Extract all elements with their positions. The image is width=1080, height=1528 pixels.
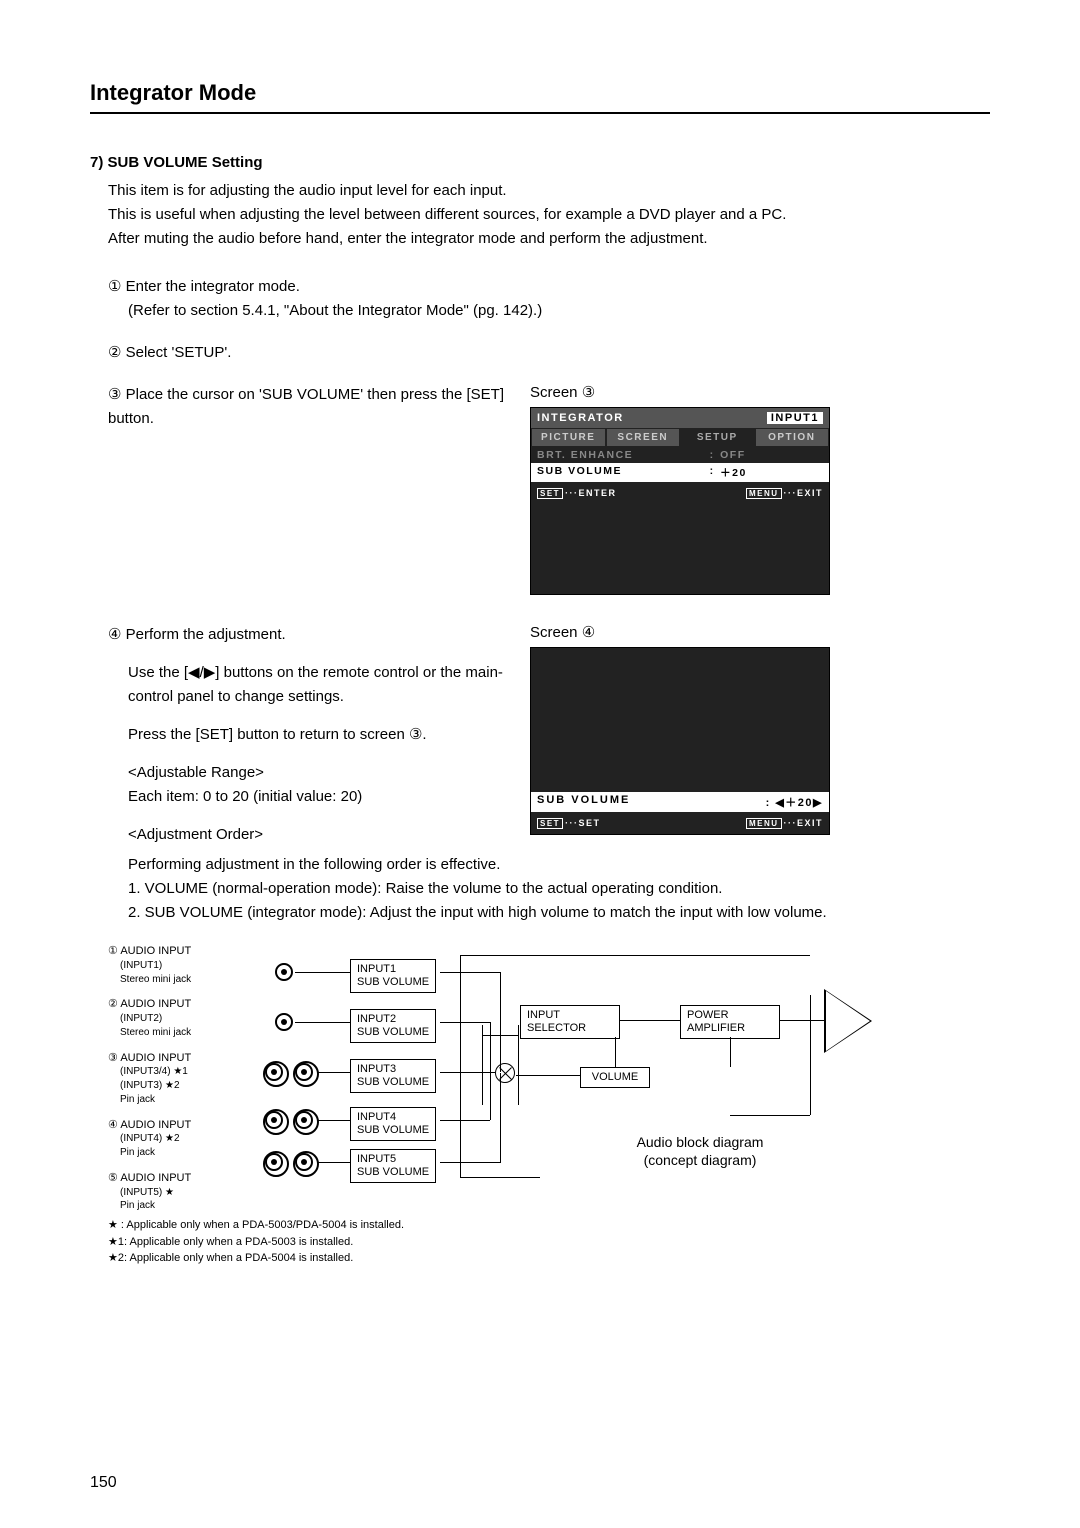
jack-5a-icon [265, 1153, 283, 1171]
osd3-tab-setup: SETUP [680, 428, 755, 447]
footnote-star2: ★2: Applicable only when a PDA-5004 is i… [108, 1250, 990, 1267]
osd3-foot-menu-txt: ···EXIT [784, 488, 824, 498]
osd3-tabs: PICTURE SCREEN SETUP OPTION [531, 428, 829, 447]
step-3: ③ Place the cursor on 'SUB VOLUME' then … [108, 383, 510, 431]
audio-input-1: ① AUDIO INPUT (INPUT1) Stereo mini jack [108, 945, 268, 986]
audio-input-5: ⑤ AUDIO INPUT (INPUT5) ★ Pin jack [108, 1172, 268, 1213]
osd-screen-4: SUB VOLUME : ◀＋20▶ SET···SET MENU···EXIT [530, 647, 830, 835]
adjustable-range-value: Each item: 0 to 20 (initial value: 20) [128, 785, 510, 809]
page-number: 150 [90, 1474, 117, 1492]
osd3-row1-value: OFF [720, 449, 823, 461]
osd3-row2-value: ＋20 [720, 465, 823, 480]
jack-4b-icon [295, 1111, 313, 1129]
volume-box: VOLUME [580, 1067, 650, 1088]
osd3-foot-set-key: SET [537, 488, 563, 499]
osd3-row2-label: SUB VOLUME [537, 465, 704, 480]
adjustable-range-head: <Adjustable Range> [128, 761, 510, 785]
adj-order-line-2: 1. VOLUME (normal-operation mode): Raise… [128, 877, 990, 901]
osd3-tab-picture: PICTURE [531, 428, 606, 447]
page-title: Integrator Mode [90, 80, 990, 114]
diagram-caption: Audio block diagram (concept diagram) [590, 1133, 810, 1169]
sv-box-1: INPUT1 SUB VOLUME [350, 959, 436, 993]
audio-block-diagram: ① AUDIO INPUT (INPUT1) Stereo mini jack … [90, 945, 990, 1205]
step-2: ② Select 'SETUP'. [108, 341, 990, 365]
audio-input-3: ③ AUDIO INPUT (INPUT3/4) ★1 (INPUT3) ★2 … [108, 1052, 268, 1107]
osd3-foot-menu-key: MENU [746, 488, 782, 499]
osd3-foot-set-txt: ···ENTER [565, 488, 617, 498]
adj-order-line-3: 2. SUB VOLUME (integrator mode): Adjust … [128, 901, 990, 925]
sv-box-5: INPUT5 SUB VOLUME [350, 1149, 436, 1183]
osd3-tab-option: OPTION [755, 428, 830, 447]
intro-line-1: This item is for adjusting the audio inp… [108, 179, 990, 203]
step-1-note: (Refer to section 5.4.1, "About the Inte… [128, 299, 990, 323]
sv-box-3: INPUT3 SUB VOLUME [350, 1059, 436, 1093]
step-1: ① Enter the integrator mode. [108, 275, 990, 299]
jack-3b-icon [295, 1063, 313, 1081]
osd3-row1-label: BRT. ENHANCE [537, 449, 704, 461]
adjustment-order-head: <Adjustment Order> [128, 823, 510, 847]
osd4-foot-set-txt: ···SET [565, 818, 601, 828]
osd-screen-3: INTEGRATOR INPUT1 PICTURE SCREEN SETUP O… [530, 407, 830, 595]
jack-4a-icon [265, 1111, 283, 1129]
osd4-foot-menu-txt: ···EXIT [784, 818, 824, 828]
osd3-title: INTEGRATOR [537, 412, 624, 424]
section-number: 7) [90, 154, 103, 171]
step-4: ④ Perform the adjustment. [108, 623, 510, 647]
osd4-foot-menu-key: MENU [746, 818, 782, 829]
osd3-tab-screen: SCREEN [606, 428, 681, 447]
power-amplifier-box: POWER AMPLIFIER [680, 1005, 780, 1039]
footnote-star1: ★1: Applicable only when a PDA-5003 is i… [108, 1234, 990, 1251]
osd3-source: INPUT1 [767, 412, 823, 424]
jack-2-icon [275, 1013, 293, 1031]
intro-line-3: After muting the audio before hand, ente… [108, 227, 990, 251]
section-heading: 7) SUB VOLUME Setting [90, 154, 990, 171]
section-heading-text: SUB VOLUME Setting [108, 154, 263, 171]
input-selector-box: INPUT SELECTOR [520, 1005, 620, 1039]
audio-input-4: ④ AUDIO INPUT (INPUT4) ★2 Pin jack [108, 1119, 268, 1160]
osd4-value: : ◀＋20▶ [766, 794, 823, 810]
osd4-label: SUB VOLUME [537, 794, 766, 810]
jack-1-icon [275, 963, 293, 981]
screen-3-label: Screen ③ [530, 383, 990, 401]
cross-node-icon [495, 1063, 515, 1083]
step-4-detail-a: Use the [◀/▶] buttons on the remote cont… [128, 661, 510, 709]
jack-5b-icon [295, 1153, 313, 1171]
audio-input-2: ② AUDIO INPUT (INPUT2) Stereo mini jack [108, 998, 268, 1039]
speaker-icon [824, 989, 872, 1053]
step-4-detail-b: Press the [SET] button to return to scre… [128, 723, 510, 747]
osd4-foot-set-key: SET [537, 818, 563, 829]
adj-order-line-1: Performing adjustment in the following o… [128, 853, 990, 877]
screen-4-label: Screen ④ [530, 623, 990, 641]
jack-3a-icon [265, 1063, 283, 1081]
intro-line-2: This is useful when adjusting the level … [108, 203, 990, 227]
sv-box-4: INPUT4 SUB VOLUME [350, 1107, 436, 1141]
sv-box-2: INPUT2 SUB VOLUME [350, 1009, 436, 1043]
